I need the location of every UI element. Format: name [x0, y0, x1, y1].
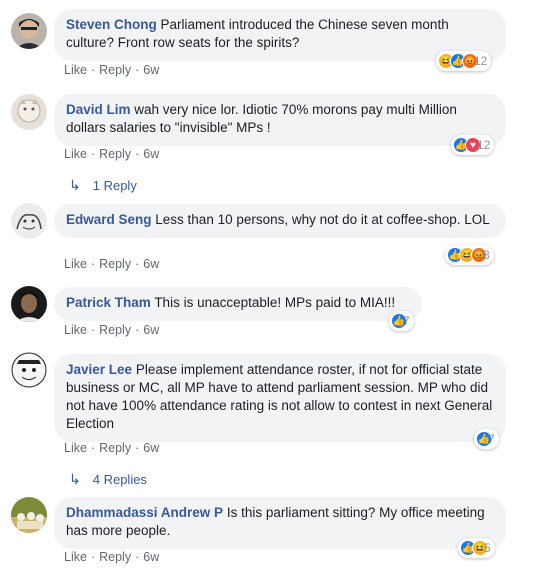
comment-actions: Like · Reply · 6w	[64, 257, 160, 271]
reaction-count: 7	[403, 314, 410, 328]
reaction-count: 5	[484, 541, 491, 555]
reply-arrow-icon: ↳	[69, 177, 81, 193]
reaction-summary[interactable]: 😆 👍 😡 12	[436, 51, 492, 71]
comment-time[interactable]: 6w	[143, 257, 159, 271]
comment-bubble: Dhammadassi Andrew P Is this parliament …	[54, 497, 506, 549]
view-replies-link[interactable]: ↳ 1 Reply	[69, 177, 137, 194]
comment-time[interactable]: 6w	[143, 63, 159, 77]
comment-actions: Like · Reply · 6w	[64, 147, 160, 161]
comment-bubble: Patrick Tham This is unacceptable! MPs p…	[54, 287, 422, 321]
like-link[interactable]: Like	[64, 550, 87, 564]
comment-time[interactable]: 6w	[143, 323, 159, 337]
like-link[interactable]: Like	[64, 63, 87, 77]
avatar[interactable]	[11, 13, 47, 49]
comment-actions: Like · Reply · 6w	[64, 550, 160, 564]
reaction-summary[interactable]: 👍 7	[474, 429, 499, 449]
avatar[interactable]	[11, 286, 47, 322]
reaction-count: 8	[483, 248, 490, 262]
comment-text: Less than 10 persons, why not do it at c…	[155, 212, 490, 227]
comment-bubble: Edward Seng Less than 10 persons, why no…	[54, 204, 506, 238]
comment-actions: Like · Reply · 6w	[64, 63, 160, 77]
avatar[interactable]	[11, 497, 47, 533]
like-link[interactable]: Like	[64, 257, 87, 271]
avatar[interactable]	[11, 352, 47, 388]
replies-count[interactable]: 4 Replies	[93, 472, 147, 487]
comment-time[interactable]: 6w	[143, 550, 159, 564]
comment-author[interactable]: Steven Chong	[66, 17, 157, 32]
view-replies-link[interactable]: ↳ 4 Replies	[69, 471, 147, 488]
like-link[interactable]: Like	[64, 323, 87, 337]
reaction-count: 7	[488, 432, 495, 446]
reaction-summary[interactable]: 👍 ♥ 12	[451, 135, 495, 155]
reaction-count: 12	[474, 54, 488, 68]
reaction-summary[interactable]: 👍 😆 😡 8	[445, 245, 494, 265]
avatar[interactable]	[11, 203, 47, 239]
like-link[interactable]: Like	[64, 147, 87, 161]
reaction-summary[interactable]: 👍 7	[389, 311, 414, 331]
reply-link[interactable]: Reply	[99, 257, 131, 271]
replies-count[interactable]: 1 Reply	[93, 178, 137, 193]
comment-author[interactable]: Edward Seng	[66, 212, 152, 227]
like-link[interactable]: Like	[64, 441, 87, 455]
reaction-count: 12	[477, 138, 491, 152]
reply-link[interactable]: Reply	[99, 147, 131, 161]
comment-bubble: David Lim wah very nice lor. Idiotic 70%…	[54, 94, 506, 146]
comment-text: This is unacceptable! MPs paid to MIA!!!	[154, 295, 396, 310]
reply-arrow-icon: ↳	[69, 471, 81, 487]
comment-author[interactable]: Patrick Tham	[66, 295, 151, 310]
comment-actions: Like · Reply · 6w	[64, 441, 160, 455]
comment-bubble: Javier Lee Please implement attendance r…	[54, 354, 506, 442]
comment-actions: Like · Reply · 6w	[64, 323, 160, 337]
reply-link[interactable]: Reply	[99, 323, 131, 337]
reply-link[interactable]: Reply	[99, 550, 131, 564]
reply-link[interactable]: Reply	[99, 63, 131, 77]
avatar[interactable]	[11, 94, 47, 130]
comment-author[interactable]: Javier Lee	[66, 362, 132, 377]
comment-time[interactable]: 6w	[143, 147, 159, 161]
reply-link[interactable]: Reply	[99, 441, 131, 455]
comment-time[interactable]: 6w	[143, 441, 159, 455]
comment-author[interactable]: Dhammadassi Andrew P	[66, 505, 223, 520]
comment-author[interactable]: David Lim	[66, 102, 131, 117]
reaction-summary[interactable]: 👍 😆 5	[458, 538, 495, 558]
